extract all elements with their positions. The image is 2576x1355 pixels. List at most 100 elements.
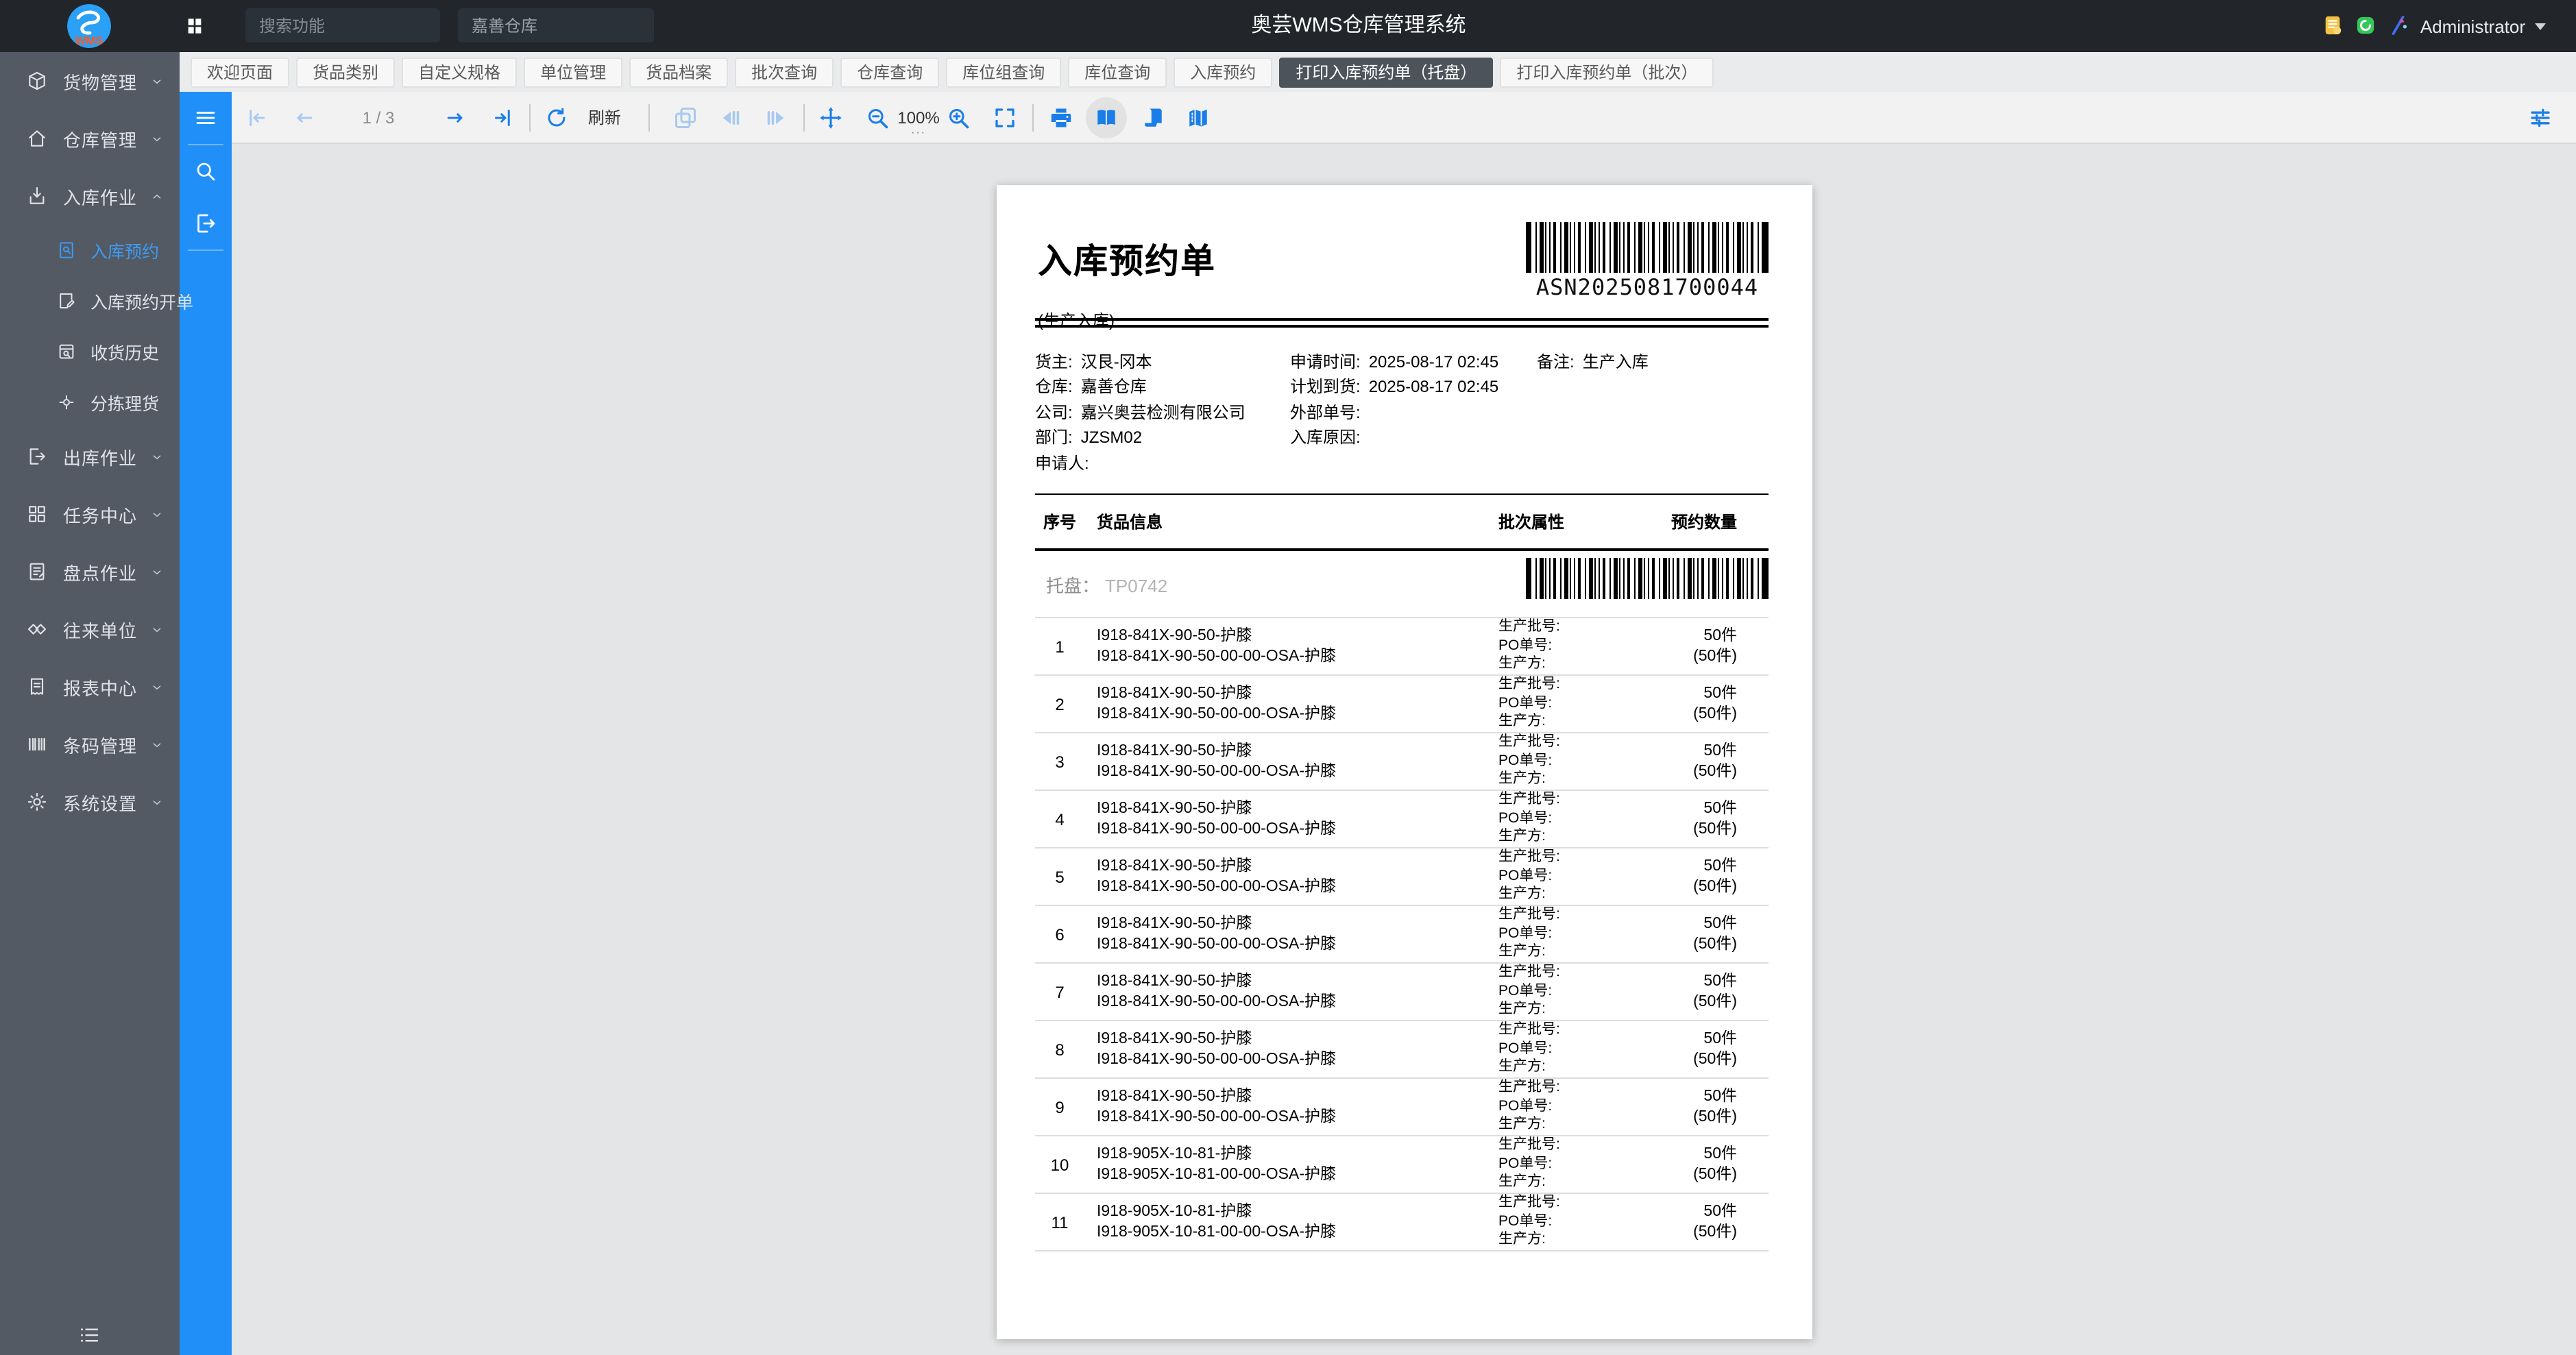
row-seq: 3 xyxy=(1035,752,1084,771)
zoom-level[interactable]: 100% xyxy=(895,108,942,127)
tab[interactable]: 单位管理 xyxy=(524,57,622,87)
sidebar-item-package[interactable]: 货物管理 xyxy=(0,52,180,110)
app-title: 奥芸WMS仓库管理系统 xyxy=(1251,0,1466,52)
sidebar-item-clipboard[interactable]: 盘点作业 xyxy=(0,543,180,600)
refresh-label[interactable]: 刷新 xyxy=(584,106,625,129)
batch-attr-line: 生产方: xyxy=(1498,886,1663,905)
document-content: 入库预约单 (生产入库) ASN2025081700044 货主:汉艮-冈本仓库… xyxy=(1035,185,1769,1339)
sidebar-item-report[interactable]: 报表中心 xyxy=(0,658,180,716)
sidebar-subitem-doc-search[interactable]: 入库预约 xyxy=(0,225,180,276)
tab[interactable]: 批次查询 xyxy=(735,57,834,87)
chat-icon[interactable] xyxy=(2355,15,2376,36)
tab[interactable]: 自定义规格 xyxy=(402,57,517,87)
user-menu[interactable]: Administrator xyxy=(2420,0,2546,52)
sidebar-item-barcode[interactable]: 条码管理 xyxy=(0,716,180,773)
caret-down-icon xyxy=(2535,23,2546,29)
divider xyxy=(803,103,805,131)
tab[interactable]: 欢迎页面 xyxy=(191,57,289,87)
batch-attr-line: PO单号: xyxy=(1498,1213,1663,1232)
warehouse-input[interactable] xyxy=(458,8,654,42)
note-icon[interactable] xyxy=(2322,15,2343,36)
inbound-icon xyxy=(26,185,48,207)
batch-attr-line: 生产批号: xyxy=(1498,1022,1663,1040)
tab-active[interactable]: 打印入库预约单（托盘） xyxy=(1279,57,1493,87)
print-button[interactable] xyxy=(1045,101,1078,134)
refresh-icon xyxy=(544,105,569,130)
zoom-in-button[interactable] xyxy=(942,101,975,134)
info-label: 申请人: xyxy=(1035,453,1089,472)
rotate-pages-button[interactable] xyxy=(669,101,702,134)
fullscreen-button[interactable] xyxy=(988,101,1021,134)
tab[interactable]: 货品档案 xyxy=(629,57,728,87)
export-button[interactable] xyxy=(180,197,232,249)
sidebar-item-handshake[interactable]: 往来单位 xyxy=(0,600,180,658)
sidebar-subitem-doc-edit[interactable]: 入库预约开单 xyxy=(0,276,180,326)
sidebar-item-grid[interactable]: 任务中心 xyxy=(0,485,180,543)
batch-attr-line: PO单号: xyxy=(1498,810,1663,829)
sidebar-subitem-target[interactable]: 分拣理货 xyxy=(0,377,180,428)
sidebar-subitem-receipt-search[interactable]: 收货历史 xyxy=(0,326,180,377)
sidebar-item-label: 条码管理 xyxy=(63,731,149,757)
tab[interactable]: 库位查询 xyxy=(1068,57,1167,87)
book-icon xyxy=(1094,105,1119,130)
info-field: 申请时间:2025-08-17 02:45 xyxy=(1290,350,1537,375)
sidebar-item-home[interactable]: 仓库管理 xyxy=(0,110,180,167)
document-page: 入库预约单 (生产入库) ASN2025081700044 货主:汉艮-冈本仓库… xyxy=(997,185,1812,1339)
book-view-button[interactable] xyxy=(1086,97,1127,138)
batch-attr-line: 生产批号: xyxy=(1498,619,1663,637)
first-page-button[interactable] xyxy=(240,101,273,134)
step-forward-button[interactable] xyxy=(760,101,792,134)
sidebar-item-outbound[interactable]: 出库作业 xyxy=(0,428,180,485)
sidebar-item-inbound[interactable]: 入库作业 xyxy=(0,167,180,225)
header-batch: 批次属性 xyxy=(1498,510,1663,533)
step-back-button[interactable] xyxy=(714,101,747,134)
apps-grid-icon[interactable] xyxy=(184,15,206,37)
row-qty: 50件(50件) xyxy=(1663,1201,1769,1243)
batch-attr-line: 生产方: xyxy=(1498,1001,1663,1020)
sidebar-subitem-label: 分拣理货 xyxy=(90,389,159,415)
list-collapse-icon[interactable] xyxy=(77,1322,101,1347)
pdf-viewer[interactable]: 入库预约单 (生产入库) ASN2025081700044 货主:汉艮-冈本仓库… xyxy=(232,144,2576,1355)
chevron-down-icon xyxy=(149,449,165,464)
pan-tool-button[interactable] xyxy=(814,101,847,134)
receipt-search-icon xyxy=(56,341,77,362)
batch-attr-line: PO单号: xyxy=(1498,637,1663,656)
last-page-button[interactable] xyxy=(487,101,520,134)
sidebar-subitem-label: 入库预约 xyxy=(90,237,159,263)
search-input[interactable] xyxy=(245,8,440,42)
pdf-toolbar: 1 / 3 刷新 100% xyxy=(232,92,2576,144)
scroll-view-button[interactable] xyxy=(1137,101,1169,134)
prevpage-icon xyxy=(292,105,317,130)
row-goods-info: I918-841X-90-50-护膝I918-841X-90-50-00-00-… xyxy=(1084,683,1498,724)
info-field: 仓库:嘉善仓库 xyxy=(1035,375,1290,400)
tab[interactable]: 入库预约 xyxy=(1174,57,1272,87)
fullscreen-icon xyxy=(993,105,1017,130)
document-search-button[interactable] xyxy=(180,145,232,197)
gear-icon xyxy=(26,791,48,813)
refresh-button[interactable] xyxy=(540,101,573,134)
row-qty: 50件(50件) xyxy=(1663,798,1769,840)
info-value: 2025-08-17 02:45 xyxy=(1369,378,1499,397)
asn-barcode: ASN2025081700044 xyxy=(1526,222,1769,300)
settings-sliders-button[interactable] xyxy=(2524,101,2557,134)
tab[interactable]: 打印入库预约单（批次） xyxy=(1500,57,1714,87)
next-page-button[interactable] xyxy=(439,101,472,134)
duppage-icon xyxy=(673,105,698,130)
sidebar-item-gear[interactable]: 系统设置 xyxy=(0,773,180,831)
booklet-view-button[interactable] xyxy=(1182,101,1215,134)
info-value: 生产入库 xyxy=(1583,352,1649,371)
pallet-barcode-bars xyxy=(1526,558,1769,599)
tab[interactable]: 仓库查询 xyxy=(840,57,939,87)
thumbnails-toggle-button[interactable] xyxy=(180,92,232,144)
batch-attr-line: 生产批号: xyxy=(1498,1079,1663,1098)
tab[interactable]: 货品类别 xyxy=(296,57,395,87)
info-field: 外部单号: xyxy=(1290,400,1537,426)
prev-page-button[interactable] xyxy=(288,101,321,134)
chevron-down-icon xyxy=(149,564,165,579)
tab[interactable]: 库位组查询 xyxy=(946,57,1061,87)
row-seq: 6 xyxy=(1035,925,1084,944)
info-field: 计划到货:2025-08-17 02:45 xyxy=(1290,375,1537,400)
spark-icon[interactable] xyxy=(2388,15,2409,36)
zoom-out-button[interactable] xyxy=(861,101,894,134)
batch-attr-line: 生产批号: xyxy=(1498,734,1663,753)
